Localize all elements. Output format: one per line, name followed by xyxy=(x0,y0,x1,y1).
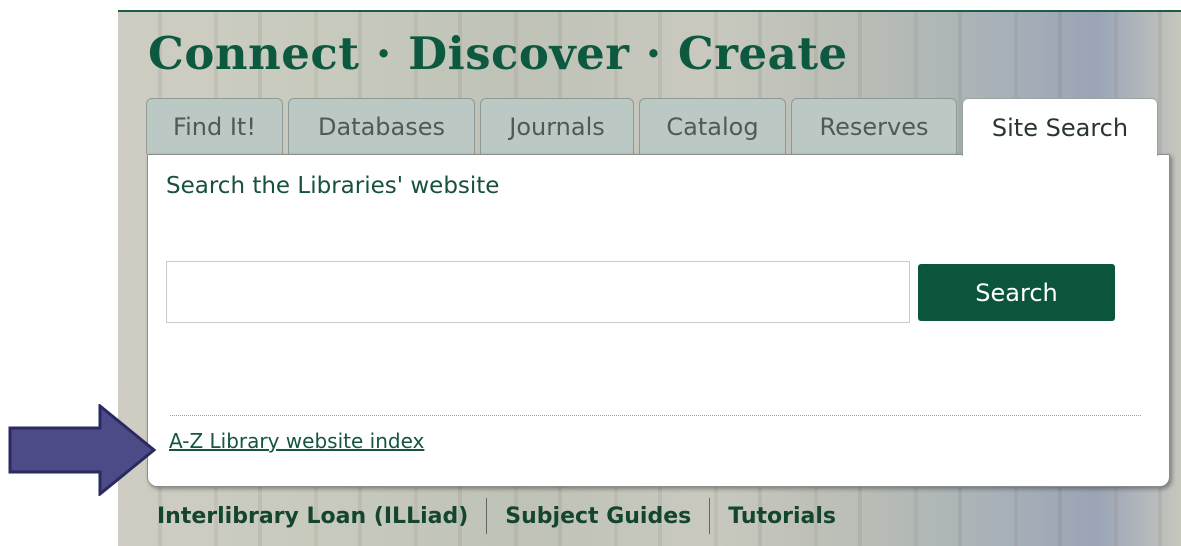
tab-journals[interactable]: Journals xyxy=(480,98,634,154)
tab-catalog[interactable]: Catalog xyxy=(639,98,786,154)
right-arrow-icon xyxy=(8,404,157,496)
tab-site-search[interactable]: Site Search xyxy=(962,98,1158,156)
site-tagline: Connect · Discover · Create xyxy=(148,27,848,80)
az-index-link[interactable]: A-Z Library website index xyxy=(169,429,424,453)
tutorials-link[interactable]: Tutorials xyxy=(728,504,836,529)
tab-databases[interactable]: Databases xyxy=(288,98,475,154)
panel-heading: Search the Libraries' website xyxy=(166,173,500,199)
footer-quick-links: Interlibrary Loan (ILLiad) Subject Guide… xyxy=(157,496,836,536)
header-top-rule xyxy=(118,10,1181,12)
arrow-shape xyxy=(8,404,157,496)
search-button[interactable]: Search xyxy=(918,264,1115,321)
tab-reserves[interactable]: Reserves xyxy=(791,98,957,154)
link-separator xyxy=(709,498,711,534)
tab-find-it[interactable]: Find It! xyxy=(146,98,283,154)
subject-guides-link[interactable]: Subject Guides xyxy=(505,504,691,529)
link-separator xyxy=(486,498,488,534)
site-search-panel: Search the Libraries' website Search A-Z… xyxy=(147,154,1170,487)
interlibrary-loan-link[interactable]: Interlibrary Loan (ILLiad) xyxy=(157,504,468,529)
site-search-input[interactable] xyxy=(166,261,910,323)
panel-divider xyxy=(170,415,1141,416)
